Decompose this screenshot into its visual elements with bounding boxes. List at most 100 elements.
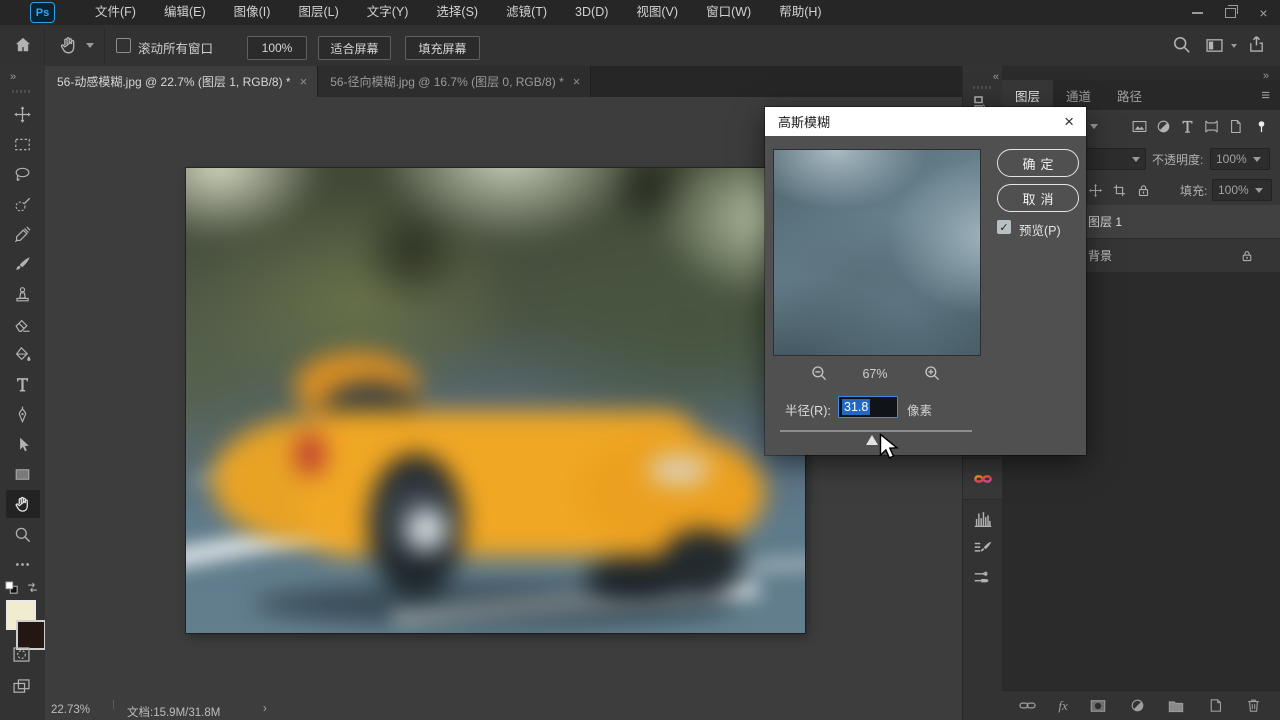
workspace-icon[interactable] — [1204, 35, 1225, 56]
layer-style-fx-icon[interactable]: fx — [1058, 698, 1067, 714]
hand-tool-options-icon[interactable] — [58, 34, 80, 56]
minimize-button[interactable] — [1181, 0, 1214, 25]
radius-slider-handle[interactable] — [866, 435, 878, 445]
new-layer-icon[interactable] — [1207, 697, 1224, 714]
opacity-value-dropdown[interactable]: 100% — [1210, 148, 1270, 170]
adjustment-layer-icon[interactable] — [1129, 697, 1146, 714]
marquee-tool[interactable] — [6, 130, 40, 158]
quick-mask-icon[interactable] — [11, 644, 32, 665]
new-group-folder-icon[interactable] — [1167, 697, 1185, 715]
menu-filter[interactable]: 滤镜(T) — [492, 0, 561, 25]
edit-toolbar-ellipsis[interactable] — [6, 550, 40, 578]
fill-screen-button[interactable]: 填充屏幕 — [405, 36, 480, 60]
link-layers-icon[interactable] — [1018, 696, 1037, 715]
radius-input[interactable]: 31.8 — [838, 396, 898, 418]
share-icon[interactable] — [1246, 34, 1267, 55]
menu-3d[interactable]: 3D(D) — [561, 0, 622, 25]
scroll-all-windows-checkbox[interactable] — [116, 38, 131, 53]
lock-artboard-icon[interactable] — [1112, 183, 1127, 198]
layers-panel-actions: fx — [1002, 690, 1280, 720]
clone-stamp-tool[interactable] — [6, 280, 40, 308]
panel-menu-icon[interactable]: ≡ — [1261, 87, 1270, 104]
tab-close-icon[interactable]: × — [573, 75, 581, 88]
menu-help[interactable]: 帮助(H) — [765, 0, 835, 25]
radius-slider-track[interactable] — [780, 430, 972, 432]
chevron-down-icon[interactable] — [86, 43, 94, 48]
menu-file[interactable]: 文件(F) — [81, 0, 150, 25]
menu-layer[interactable]: 图层(L) — [284, 0, 352, 25]
paint-bucket-tool[interactable] — [6, 340, 40, 368]
restore-button[interactable] — [1214, 0, 1247, 25]
zoom-100-button[interactable]: 100% — [247, 36, 307, 60]
dialog-title: 高斯模糊 — [778, 112, 830, 131]
add-layer-mask-icon[interactable] — [1089, 697, 1107, 715]
menu-view[interactable]: 视图(V) — [622, 0, 692, 25]
tab-paths[interactable]: 路径 — [1104, 80, 1155, 110]
lasso-tool[interactable] — [6, 160, 40, 188]
cancel-button[interactable]: 取消 — [997, 184, 1079, 212]
hand-tool[interactable] — [6, 490, 40, 518]
preview-checkbox[interactable]: ✓ — [997, 220, 1011, 234]
filter-smart-object-icon[interactable] — [1227, 118, 1244, 135]
eyedropper-tool[interactable] — [6, 220, 40, 248]
zoom-in-icon[interactable] — [923, 364, 941, 382]
ok-button[interactable]: 确定 — [997, 149, 1079, 177]
blur-preview-thumbnail[interactable] — [773, 149, 981, 356]
swap-colors-icon[interactable] — [25, 580, 40, 595]
tab-layers[interactable]: 图层 — [1002, 80, 1053, 110]
zoom-out-icon[interactable] — [810, 364, 828, 382]
menu-bar: Ps 文件(F) 编辑(E) 图像(I) 图层(L) 文字(Y) 选择(S) 滤… — [0, 0, 1280, 25]
expand-toolbar-chevron[interactable]: » — [10, 71, 15, 83]
zoom-tool[interactable] — [6, 520, 40, 548]
radius-value-selected: 31.8 — [842, 399, 870, 415]
close-button[interactable]: × — [1247, 0, 1280, 25]
zoom-level[interactable]: 22.73% — [51, 704, 90, 716]
photoshop-logo-icon[interactable]: Ps — [30, 2, 55, 23]
screen-mode-icon[interactable] — [11, 676, 32, 697]
tool-presets-panel-icon[interactable] — [963, 562, 1003, 592]
lock-all-icon[interactable] — [1136, 183, 1151, 198]
menu-edit[interactable]: 编辑(E) — [150, 0, 220, 25]
path-selection-tool[interactable] — [6, 430, 40, 458]
document-canvas[interactable] — [186, 168, 805, 633]
menu-image[interactable]: 图像(I) — [220, 0, 285, 25]
brush-tool[interactable] — [6, 250, 40, 278]
panel-grip[interactable] — [973, 86, 993, 89]
eraser-tool[interactable] — [6, 310, 40, 338]
collapse-panels-chevron[interactable]: « — [993, 71, 998, 83]
filter-image-icon[interactable] — [1131, 118, 1148, 135]
home-icon[interactable] — [13, 35, 33, 55]
quick-selection-tool[interactable] — [6, 190, 40, 218]
layer-lock-icon[interactable] — [1240, 249, 1254, 263]
dialog-title-bar[interactable]: 高斯模糊 × — [765, 107, 1086, 136]
pen-tool[interactable] — [6, 400, 40, 428]
tab-channels[interactable]: 通道 — [1053, 80, 1104, 110]
document-tab-2[interactable]: 56-径向模糊.jpg @ 16.7% (图层 0, RGB/8) * × — [318, 66, 591, 97]
filter-type-layer-icon[interactable] — [1179, 118, 1196, 135]
default-colors-icon[interactable] — [4, 580, 19, 595]
fill-value-dropdown[interactable]: 100% — [1212, 179, 1272, 201]
brush-settings-panel-icon[interactable] — [963, 534, 1003, 564]
rectangle-tool[interactable] — [6, 460, 40, 488]
type-tool[interactable] — [6, 370, 40, 398]
search-icon[interactable] — [1171, 34, 1192, 55]
lock-position-icon[interactable] — [1088, 183, 1103, 198]
toolbar-grip[interactable] — [12, 90, 32, 93]
libraries-panel-icon[interactable] — [963, 458, 1003, 500]
filter-type-chevron[interactable] — [1090, 124, 1098, 129]
menu-window[interactable]: 窗口(W) — [692, 0, 765, 25]
menu-type[interactable]: 文字(Y) — [353, 0, 423, 25]
menu-select[interactable]: 选择(S) — [422, 0, 492, 25]
histogram-panel-icon[interactable] — [963, 504, 1003, 534]
delete-layer-trash-icon[interactable] — [1245, 697, 1262, 714]
filter-toggle-pin-icon[interactable] — [1254, 118, 1269, 135]
move-tool[interactable] — [6, 100, 40, 128]
tab-close-icon[interactable]: × — [300, 75, 308, 88]
status-chevron-icon[interactable]: › — [263, 703, 267, 715]
document-tab-1[interactable]: 56-动感模糊.jpg @ 22.7% (图层 1, RGB/8) * × — [45, 66, 318, 97]
filter-shape-icon[interactable] — [1203, 118, 1220, 135]
filter-adjustment-icon[interactable] — [1155, 118, 1172, 135]
dialog-close-icon[interactable]: × — [1064, 113, 1074, 130]
fit-screen-button[interactable]: 适合屏幕 — [318, 36, 391, 60]
chevron-down-icon[interactable] — [1231, 44, 1237, 48]
